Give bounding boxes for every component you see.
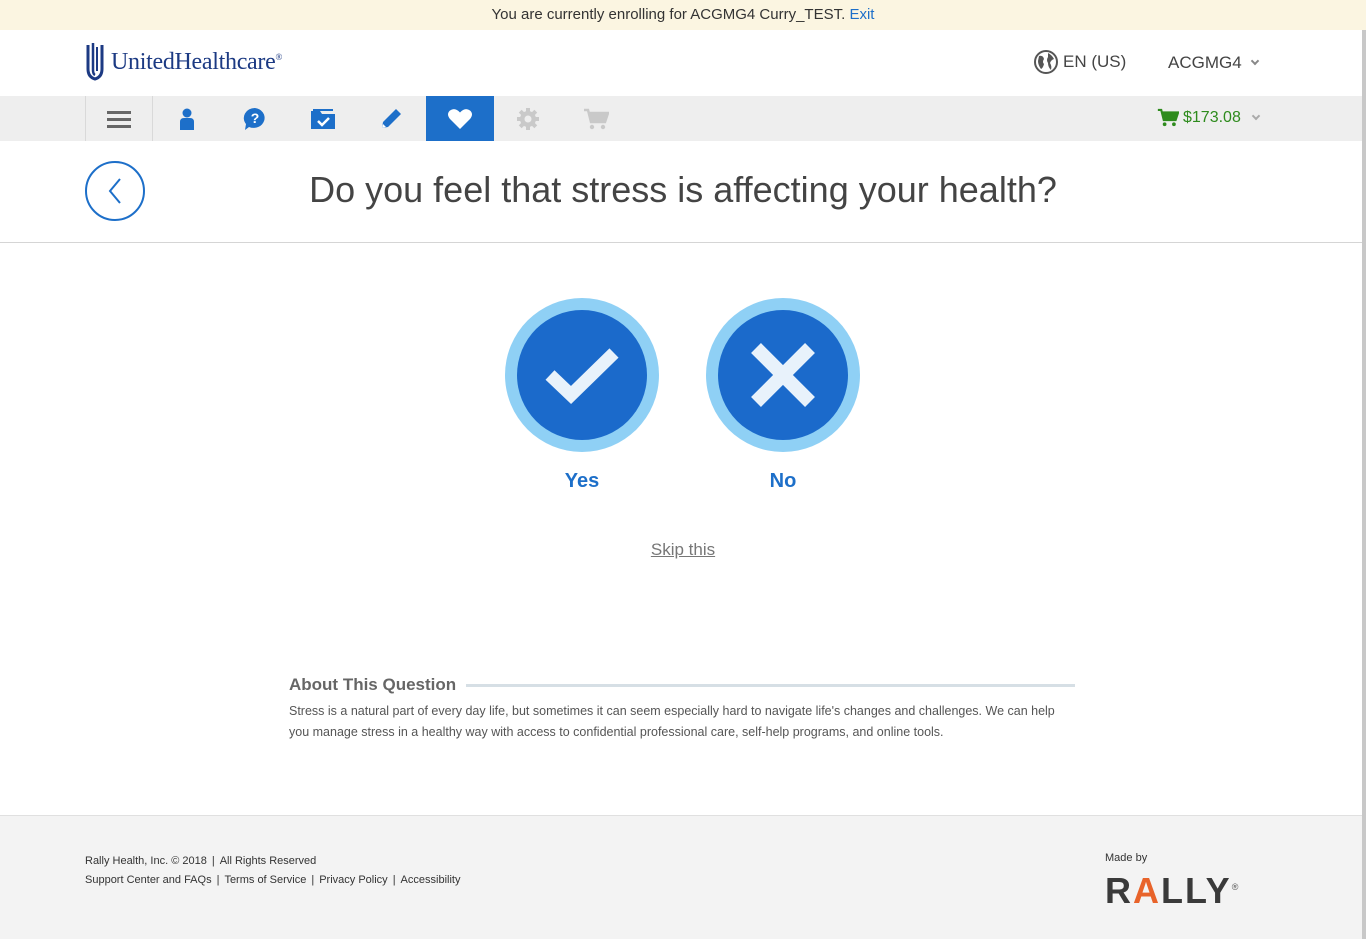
brand-mark: ® xyxy=(275,51,282,62)
exit-link[interactable]: Exit xyxy=(849,6,874,23)
nav-help[interactable]: ? xyxy=(221,96,289,141)
checkmark-icon xyxy=(545,348,619,405)
nav-health[interactable] xyxy=(426,96,494,141)
about-section: About This Question Stress is a natural … xyxy=(289,675,1075,743)
cart-icon xyxy=(1157,108,1179,127)
scrollbar[interactable] xyxy=(1362,30,1366,939)
pencil-icon xyxy=(382,108,401,128)
no-label[interactable]: No xyxy=(706,470,860,493)
person-icon xyxy=(180,108,194,130)
hamburger-icon xyxy=(107,110,131,128)
about-title: About This Question xyxy=(289,675,457,694)
banner-text: You are currently enrolling for ACGMG4 C… xyxy=(491,6,846,23)
svg-text:?: ? xyxy=(251,110,260,126)
footer-link-terms[interactable]: Terms of Service xyxy=(224,874,306,886)
yes-label[interactable]: Yes xyxy=(505,470,659,493)
about-body: Stress is a natural part of every day li… xyxy=(289,704,1055,739)
header: UnitedHealthcare® EN (US) ACGMG4 xyxy=(0,30,1366,96)
uhc-shield-icon xyxy=(86,43,104,81)
nav-settings xyxy=(494,96,562,141)
account-menu[interactable]: ACGMG4 xyxy=(1168,53,1259,73)
cart-total-amount: $173.08 xyxy=(1183,108,1241,126)
question-icon: ? xyxy=(243,107,265,130)
footer-link-accessibility[interactable]: Accessibility xyxy=(401,874,461,886)
heart-icon xyxy=(448,108,472,129)
gear-icon xyxy=(517,107,539,130)
question-text: Do you feel that stress is affecting you… xyxy=(309,169,1057,210)
cart-icon xyxy=(584,108,609,129)
nav-edit[interactable] xyxy=(357,96,425,141)
no-button[interactable] xyxy=(706,298,860,452)
nav-menu[interactable] xyxy=(85,96,153,141)
nav-documents[interactable] xyxy=(289,96,357,141)
rally-logo: RALLY® xyxy=(1105,870,1239,911)
footer-link-privacy[interactable]: Privacy Policy xyxy=(319,874,387,886)
nav-profile[interactable] xyxy=(153,96,221,141)
language-label: EN (US) xyxy=(1063,52,1127,71)
chevron-down-icon xyxy=(1251,111,1261,120)
chevron-down-icon xyxy=(1250,56,1259,66)
question-header: Do you feel that stress is affecting you… xyxy=(0,141,1366,243)
copyright: Rally Health, Inc. © 2018 xyxy=(85,855,207,867)
unitedhealthcare-logo[interactable]: UnitedHealthcare® xyxy=(85,42,282,82)
skip-link[interactable]: Skip this xyxy=(651,540,715,559)
nav-cart xyxy=(562,96,630,141)
yes-button[interactable] xyxy=(505,298,659,452)
brand-name: UnitedHealthcare xyxy=(111,48,276,75)
made-by-label: Made by xyxy=(1105,852,1148,864)
footer: Rally Health, Inc. © 2018 | All Rights Res… xyxy=(0,815,1366,939)
footer-link-support[interactable]: Support Center and FAQs xyxy=(85,874,212,886)
rights: All Rights Reserved xyxy=(219,855,317,867)
yes-answer[interactable]: Yes xyxy=(505,298,659,493)
account-label: ACGMG4 xyxy=(1168,53,1242,72)
cart-total-menu[interactable]: $173.08 xyxy=(1157,108,1261,127)
no-answer[interactable]: No xyxy=(706,298,860,493)
close-icon xyxy=(751,343,815,407)
main-nav: ? $173.08 xyxy=(0,96,1366,141)
language-selector[interactable]: EN (US) xyxy=(1034,50,1126,74)
globe-icon xyxy=(1034,50,1058,74)
folder-check-icon xyxy=(311,108,335,129)
divider xyxy=(466,683,1075,687)
enrollment-banner: You are currently enrolling for ACGMG4 C… xyxy=(0,0,1366,30)
